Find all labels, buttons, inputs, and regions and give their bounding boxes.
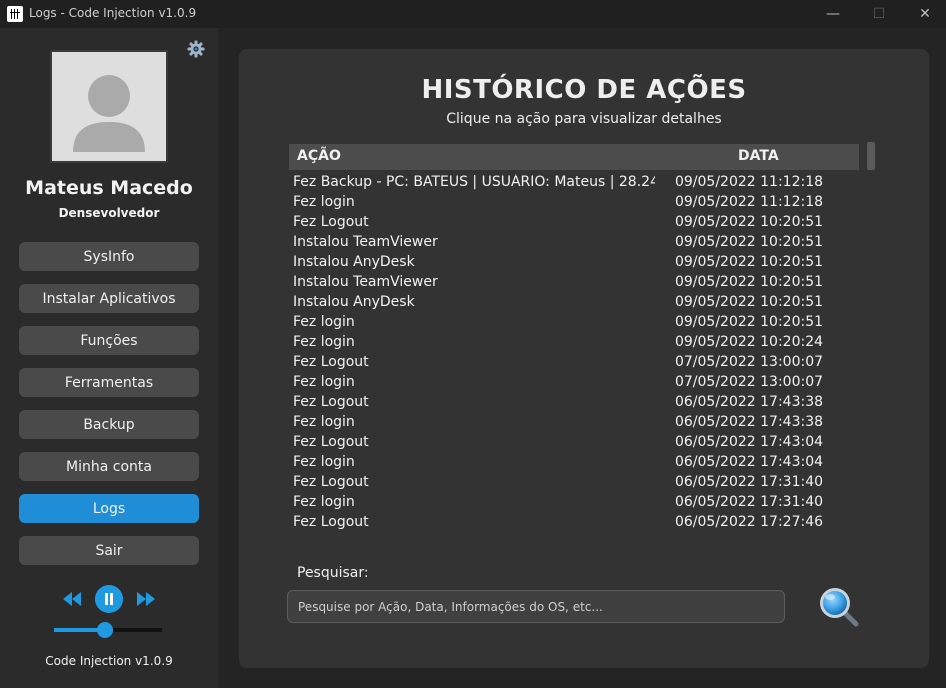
log-date: 09/05/2022 11:12:18	[674, 194, 824, 210]
log-action: Fez Logout	[293, 214, 369, 230]
log-action: Instalou AnyDesk	[293, 294, 415, 310]
sidebar: Mateus Macedo Densevolvedor SysInfo Inst…	[0, 28, 218, 688]
log-row[interactable]: Fez Logout 06/05/2022 17:43:38	[289, 392, 859, 412]
log-date: 09/05/2022 11:12:18	[674, 174, 824, 190]
user-silhouette-icon	[73, 75, 145, 152]
log-date: 09/05/2022 10:20:51	[674, 314, 824, 330]
sysinfo-button[interactable]: SysInfo	[19, 242, 199, 271]
log-date: 07/05/2022 13:00:07	[674, 374, 824, 390]
log-row[interactable]: Fez login 06/05/2022 17:31:40	[289, 492, 859, 512]
window-title: Logs - Code Injection v1.0.9	[29, 6, 197, 20]
close-button[interactable]: ✕	[902, 0, 946, 28]
minimize-button[interactable]: —	[810, 0, 856, 28]
log-action: Instalou AnyDesk	[293, 254, 415, 270]
search-label: Pesquisar:	[297, 565, 369, 581]
log-action: Fez Logout	[293, 394, 369, 410]
exit-button[interactable]: Sair	[19, 536, 199, 565]
log-row[interactable]: Instalou TeamViewer 09/05/2022 10:20:51	[289, 232, 859, 252]
version-label: Code Injection v1.0.9	[45, 654, 173, 668]
log-row[interactable]: Fez login 06/05/2022 17:43:04	[289, 452, 859, 472]
log-date: 06/05/2022 17:43:04	[674, 434, 824, 450]
log-row[interactable]: Fez login 07/05/2022 13:00:07	[289, 372, 859, 392]
log-date: 06/05/2022 17:43:04	[674, 454, 824, 470]
table-header: AÇÃO DATA	[289, 144, 859, 170]
log-action: Fez Logout	[293, 434, 369, 450]
log-action: Fez Logout	[293, 354, 369, 370]
tools-button[interactable]: Ferramentas	[19, 368, 199, 397]
volume-slider[interactable]	[54, 622, 162, 638]
log-row[interactable]: Fez login 09/05/2022 11:12:18	[289, 192, 859, 212]
log-date: 06/05/2022 17:43:38	[674, 394, 824, 410]
log-row[interactable]: Fez Logout 09/05/2022 10:20:51	[289, 212, 859, 232]
install-apps-button[interactable]: Instalar Aplicativos	[19, 284, 199, 313]
log-row[interactable]: Fez login 09/05/2022 10:20:51	[289, 312, 859, 332]
log-date: 06/05/2022 17:31:40	[674, 494, 824, 510]
log-date: 06/05/2022 17:31:40	[674, 474, 824, 490]
title-bar: Logs - Code Injection v1.0.9 — ☐ ✕	[0, 0, 946, 28]
log-row[interactable]: Instalou TeamViewer 09/05/2022 10:20:51	[289, 272, 859, 292]
log-date: 06/05/2022 17:27:46	[674, 514, 824, 530]
log-date: 09/05/2022 10:20:51	[674, 274, 824, 290]
log-row[interactable]: Fez Logout 07/05/2022 13:00:07	[289, 352, 859, 372]
avatar	[50, 50, 168, 163]
user-role: Densevolvedor	[58, 206, 160, 220]
log-row[interactable]: Fez login 09/05/2022 10:20:24	[289, 332, 859, 352]
log-action: Fez login	[293, 494, 355, 510]
log-date: 06/05/2022 17:43:38	[674, 414, 824, 430]
log-action: Fez login	[293, 454, 355, 470]
log-date: 09/05/2022 10:20:51	[674, 234, 824, 250]
column-header-date[interactable]: DATA	[738, 148, 779, 164]
log-row[interactable]: Instalou AnyDesk 09/05/2022 10:20:51	[289, 252, 859, 272]
page-title: HISTÓRICO DE AÇÕES	[421, 75, 747, 105]
log-action: Instalou TeamViewer	[293, 274, 438, 290]
backup-button[interactable]: Backup	[19, 410, 199, 439]
log-date: 07/05/2022 13:00:07	[674, 354, 824, 370]
log-row[interactable]: Fez Logout 06/05/2022 17:27:46	[289, 512, 859, 532]
column-header-action[interactable]: AÇÃO	[297, 148, 341, 164]
log-action: Fez Backup - PC: BATEUS | USUÁRIO: Mateu…	[293, 174, 655, 190]
log-action: Fez Logout	[293, 514, 369, 530]
maximize-button[interactable]: ☐	[856, 0, 902, 28]
log-row[interactable]: Fez Backup - PC: BATEUS | USUÁRIO: Mateu…	[289, 172, 859, 192]
my-account-button[interactable]: Minha conta	[19, 452, 199, 481]
functions-button[interactable]: Funções	[19, 326, 199, 355]
search-icon[interactable]	[817, 585, 861, 629]
user-name: Mateus Macedo	[25, 177, 193, 199]
log-date: 09/05/2022 10:20:51	[674, 294, 824, 310]
log-date: 09/05/2022 10:20:51	[674, 254, 824, 270]
log-action: Fez login	[293, 334, 355, 350]
log-action: Fez login	[293, 314, 355, 330]
log-date: 09/05/2022 10:20:24	[674, 334, 824, 350]
pause-icon[interactable]	[95, 585, 123, 613]
log-row[interactable]: Fez Logout 06/05/2022 17:43:04	[289, 432, 859, 452]
log-action: Fez Logout	[293, 474, 369, 490]
log-row[interactable]: Instalou AnyDesk 09/05/2022 10:20:51	[289, 292, 859, 312]
search-input[interactable]	[287, 590, 785, 623]
page-subtitle: Clique na ação para visualizar detalhes	[446, 111, 722, 127]
logs-panel: HISTÓRICO DE AÇÕES Clique na ação para v…	[239, 49, 929, 668]
log-row[interactable]: Fez login 06/05/2022 17:43:38	[289, 412, 859, 432]
log-action: Fez login	[293, 194, 355, 210]
app-logo-icon	[7, 6, 23, 22]
log-row[interactable]: Fez Logout 06/05/2022 17:31:40	[289, 472, 859, 492]
scrollbar[interactable]	[867, 142, 875, 170]
log-action: Fez login	[293, 414, 355, 430]
fast-forward-icon[interactable]	[136, 591, 156, 607]
volume-slider-handle[interactable]	[96, 622, 113, 638]
rewind-icon[interactable]	[62, 591, 82, 607]
log-action: Instalou TeamViewer	[293, 234, 438, 250]
gear-icon[interactable]	[187, 40, 205, 58]
log-list: Fez Backup - PC: BATEUS | USUÁRIO: Mateu…	[289, 172, 859, 532]
log-action: Fez login	[293, 374, 355, 390]
logs-button[interactable]: Logs	[19, 494, 199, 523]
log-date: 09/05/2022 10:20:51	[674, 214, 824, 230]
